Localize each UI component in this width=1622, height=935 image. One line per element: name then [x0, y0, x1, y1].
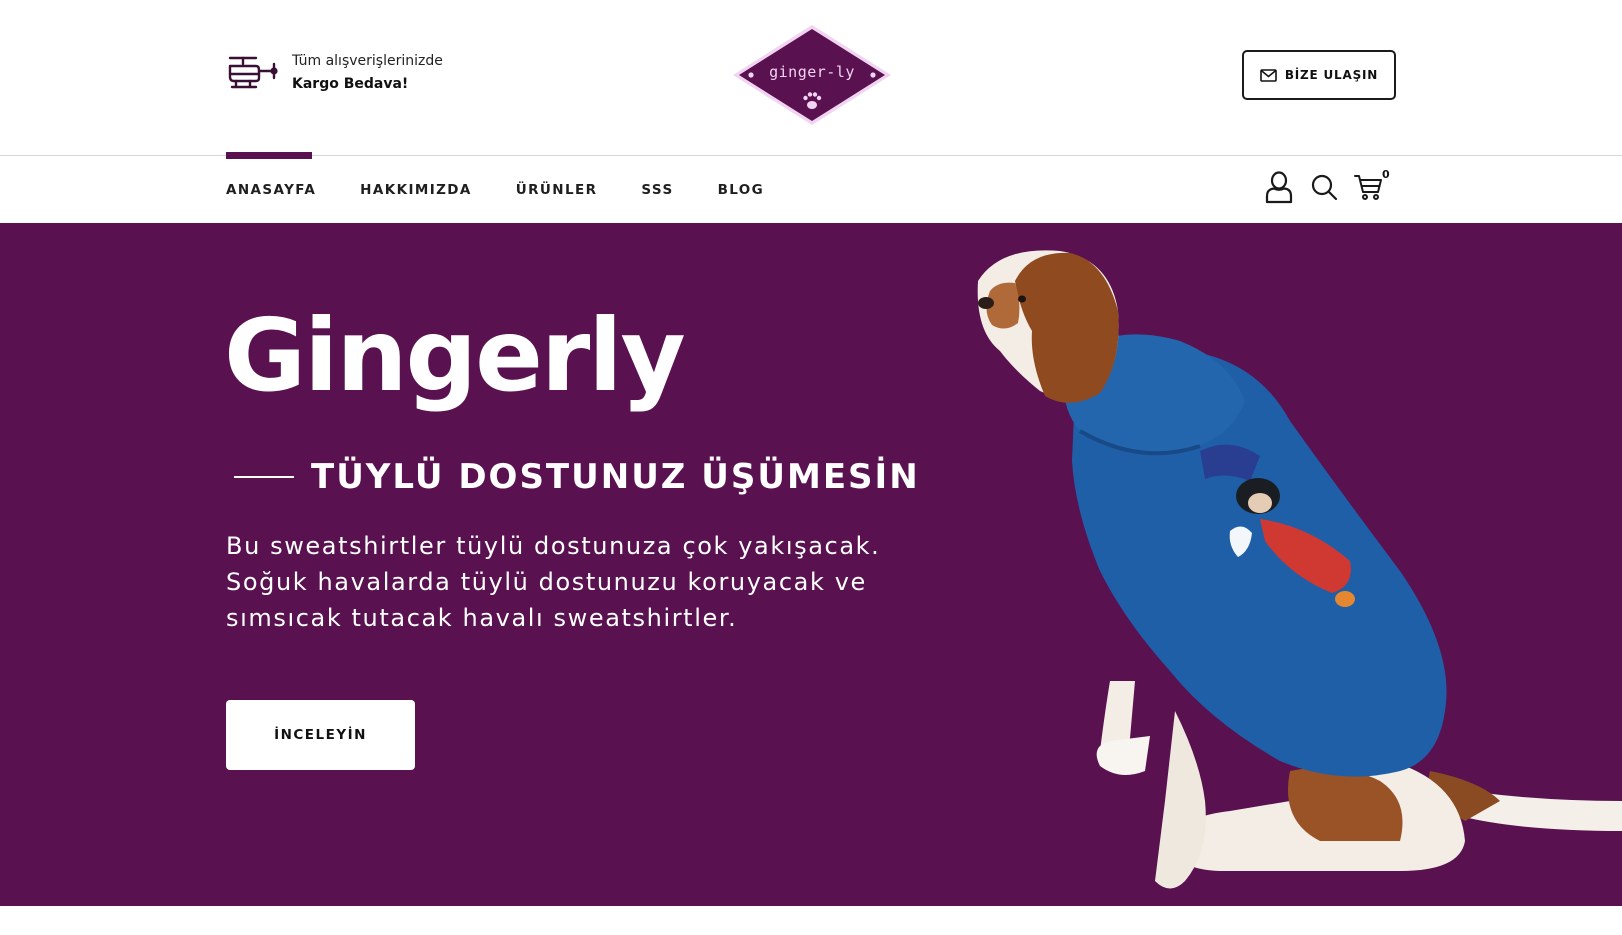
- cart-button[interactable]: 0: [1354, 168, 1394, 204]
- explore-button-label: İNCELEYİN: [274, 727, 367, 743]
- nav-menu: ANASAYFA HAKKIMIZDA ÜRÜNLER SSS BLOG: [226, 182, 808, 198]
- hero-title: Gingerly: [224, 297, 686, 414]
- helicopter-icon: [228, 56, 278, 89]
- hero-description: Bu sweatshirtler tüylü dostunuza çok yak…: [226, 532, 881, 632]
- free-shipping-notice: Tüm alışverişlerinizde Kargo Bedava!: [226, 52, 443, 92]
- explore-button[interactable]: İNCELEYİN: [226, 700, 415, 770]
- hero-banner: Gingerly TÜYLÜ DOSTUNUZ ÜŞÜMESİN Bu swea…: [0, 223, 1622, 906]
- shipping-text-line1: Tüm alışverişlerinizde: [292, 52, 443, 69]
- nav-active-indicator: [226, 152, 312, 159]
- nav-item-hakkimizda[interactable]: HAKKIMIZDA: [360, 182, 472, 198]
- user-icon[interactable]: [1264, 170, 1294, 204]
- contact-us-button[interactable]: BİZE ULAŞIN: [1242, 50, 1396, 100]
- nav-item-urunler[interactable]: ÜRÜNLER: [516, 182, 598, 198]
- subtitle-dash: [234, 476, 294, 478]
- brand-logo[interactable]: ginger-ly: [731, 24, 893, 126]
- search-icon[interactable]: [1309, 170, 1339, 204]
- page-bottom-strip: [0, 906, 1622, 935]
- mail-icon: [1260, 68, 1277, 82]
- main-nav: ANASAYFA HAKKIMIZDA ÜRÜNLER SSS BLOG 0: [0, 152, 1622, 223]
- nav-item-anasayfa[interactable]: ANASAYFA: [226, 182, 316, 198]
- shipping-text-line2: Kargo Bedava!: [292, 75, 409, 92]
- top-header: Tüm alışverişlerinizde Kargo Bedava! gin…: [0, 0, 1622, 155]
- logo-text: ginger-ly: [769, 63, 855, 81]
- cart-count-badge: 0: [1382, 168, 1390, 181]
- nav-item-blog[interactable]: BLOG: [718, 182, 765, 198]
- cart-icon: [1354, 175, 1382, 200]
- dog-in-hoodie-image: [977, 250, 1622, 889]
- nav-actions: 0: [1264, 168, 1394, 204]
- hero-subtitle: TÜYLÜ DOSTUNUZ ÜŞÜMESİN: [311, 457, 920, 497]
- contact-us-label: BİZE ULAŞIN: [1284, 68, 1379, 82]
- nav-item-sss[interactable]: SSS: [641, 182, 673, 198]
